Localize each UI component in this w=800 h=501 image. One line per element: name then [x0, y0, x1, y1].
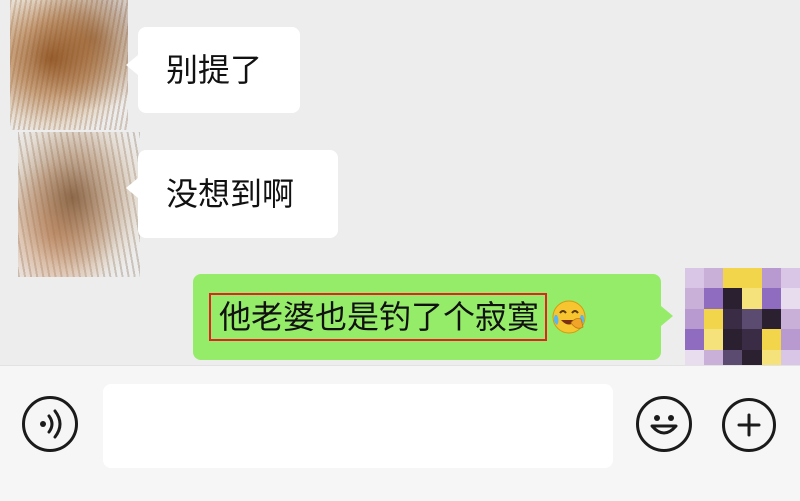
avatar-mosaic-tile: [742, 329, 762, 350]
avatar-mosaic-tile: [780, 288, 800, 309]
incoming-message-bubble[interactable]: 没想到啊: [126, 150, 338, 238]
plus-icon[interactable]: [722, 398, 776, 452]
avatar-mosaic-tile: [704, 329, 724, 350]
highlighted-message-text: 他老婆也是钓了个寂寞: [209, 293, 548, 341]
avatar-mosaic-tile: [723, 268, 743, 289]
avatar-mosaic-tile: [761, 329, 781, 350]
input-bar: [0, 365, 800, 501]
avatar-mosaic-tile: [704, 288, 724, 309]
incoming-message-bubble[interactable]: 别提了: [126, 27, 300, 113]
avatar-mosaic-tile: [761, 268, 781, 289]
avatar-mosaic-tile: [685, 308, 705, 330]
avatar-mosaic-tile: [704, 308, 724, 330]
message-input[interactable]: [103, 384, 613, 468]
avatar-mosaic-tile: [742, 268, 762, 289]
avatar-mosaic-tile: [761, 308, 781, 330]
avatar-mosaic-tile: [780, 268, 800, 289]
message-text: 他老婆也是钓了个寂寞: [219, 298, 540, 336]
avatar-mosaic-tile: [723, 308, 743, 330]
avatar-mosaic-tile: [685, 268, 705, 289]
avatar-mosaic-tile: [723, 288, 743, 309]
avatar-mosaic-tile: [761, 288, 781, 309]
my-avatar-pixelated[interactable]: [685, 268, 800, 370]
avatar-mosaic-tile: [704, 268, 724, 289]
emoji-icon[interactable]: [636, 396, 692, 452]
avatar-mosaic-tile: [780, 308, 800, 330]
contact-avatar-blurred[interactable]: [18, 132, 140, 277]
outgoing-message-bubble[interactable]: 他老婆也是钓了个寂寞: [193, 274, 673, 360]
avatar-mosaic-tile: [685, 329, 705, 350]
avatar-mosaic-tile: [723, 329, 743, 350]
avatar-mosaic-tile: [685, 288, 705, 309]
avatar-mosaic-tile: [742, 308, 762, 330]
message-list[interactable]: 别提了 没想到啊 他老婆也是钓了个寂寞: [0, 0, 800, 370]
voice-icon[interactable]: [22, 396, 78, 452]
message-text: 别提了: [166, 51, 263, 89]
avatar-mosaic-tile: [742, 288, 762, 309]
chat-screen: 别提了 没想到啊 他老婆也是钓了个寂寞: [0, 0, 800, 501]
avatar-mosaic-tile: [780, 329, 800, 350]
message-text: 没想到啊: [166, 175, 295, 213]
face-with-tears-of-joy-emoji: [551, 299, 587, 335]
contact-avatar-blurred[interactable]: [10, 0, 128, 130]
